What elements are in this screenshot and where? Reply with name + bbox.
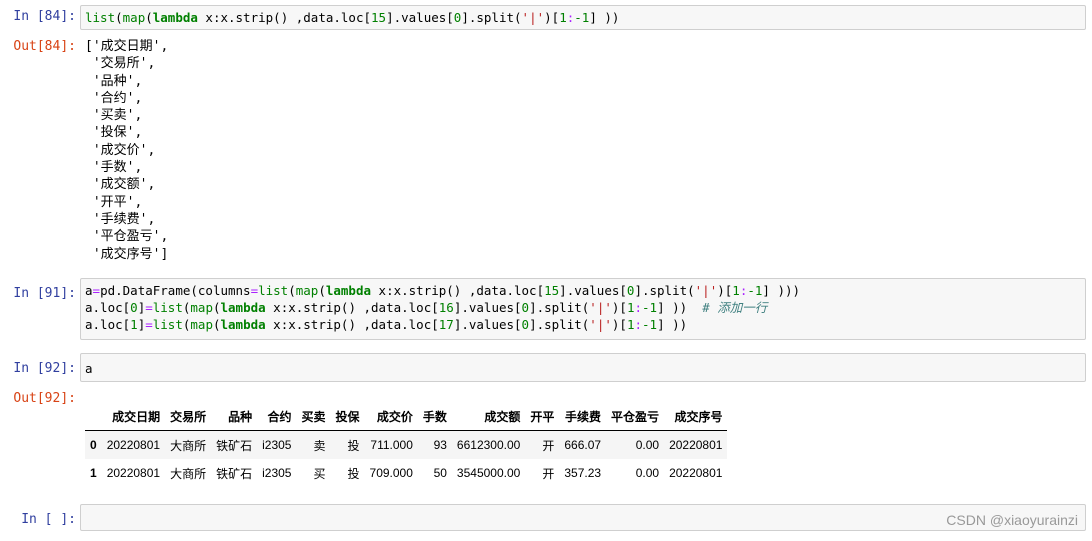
dataframe-cell: 开 — [542, 438, 555, 453]
output-line: '交易所', — [85, 56, 156, 72]
dataframe-cell: 6612300.00 — [456, 438, 521, 452]
dataframe-index-header — [85, 402, 102, 431]
dataframe-cell: 50 — [433, 466, 447, 480]
output-line: '手续费', — [85, 211, 156, 227]
dataframe-column-header: 成交价 — [364, 402, 418, 431]
dataframe-cell: 711.000 — [370, 438, 413, 452]
dataframe-cell: 357.23 — [564, 466, 602, 480]
output-line: '成交价', — [85, 142, 156, 158]
dataframe-column-header: 手数 — [417, 402, 452, 431]
dataframe-column-header: 合约 — [257, 402, 297, 431]
dataframe-cell: 3545000.00 — [456, 466, 521, 480]
output-line: '成交序号'] — [85, 246, 169, 262]
dataframe-cell: 大商所 — [170, 466, 207, 481]
dataframe-column-header: 投保 — [330, 402, 365, 431]
dataframe-column-header: 开平 — [525, 402, 560, 431]
dataframe-cell: 开 — [542, 466, 555, 481]
dataframe-cell: 投 — [347, 438, 360, 453]
dataframe-column-header: 买卖 — [296, 402, 331, 431]
dataframe-cell: 93 — [433, 438, 447, 452]
output-line: '合约', — [85, 90, 143, 106]
output-line: '投保', — [85, 125, 143, 141]
watermark: CSDN @xiaoyurainzi — [946, 512, 1078, 528]
cell-91-code-input[interactable]: a=pd.DataFrame(columns=list(map(lambda x… — [80, 278, 1086, 340]
cell-91-in-prompt: In [91]: — [13, 286, 76, 301]
dataframe-row: 1 20220801 大商所 铁矿石 i2305 买 投 709.000 50 3545000.0… — [85, 459, 727, 487]
dataframe-cell: 20220801 — [669, 438, 723, 452]
cell-84-code-input[interactable]: list(map(lambda x:x.strip() ,data.loc[15… — [80, 5, 1086, 30]
dataframe-cell: 20220801 — [669, 466, 723, 480]
cell-84-output: ['成交日期', '交易所', '品种', '合约', '买卖', '投保', … — [85, 38, 168, 263]
dataframe-cell: 大商所 — [170, 438, 207, 453]
dataframe-column-header: 平仓盈亏 — [606, 402, 665, 431]
output-line: '开平', — [85, 194, 143, 210]
output-line: '平仓盈亏', — [85, 229, 169, 245]
empty-cell-code-input[interactable] — [80, 504, 1086, 531]
dataframe-cell: 709.000 — [369, 466, 413, 480]
dataframe-cell: 0.00 — [635, 466, 660, 480]
dataframe-column-header: 品种 — [211, 402, 258, 431]
cell-84-code: list(map(lambda x:x.strip() ,data.loc[15… — [85, 10, 620, 25]
dataframe-column-header: 成交序号 — [664, 402, 728, 431]
empty-cell-in-prompt: In [ ]: — [21, 512, 76, 527]
output-line: '买卖', — [85, 108, 143, 124]
dataframe-row: 0 20220801 大商所 铁矿石 i2305 卖 投 711.000 93 6612300.0… — [85, 430, 728, 459]
cell-92-code: a — [85, 361, 93, 376]
output-line: '成交额', — [85, 177, 156, 193]
dataframe-column-header: 交易所 — [165, 402, 212, 431]
dataframe-cell: i2305 — [262, 466, 292, 480]
dataframe-cell: 20220801 — [106, 438, 161, 452]
output-line: ['成交日期', — [85, 39, 169, 54]
cell-84-out-prompt: Out[84]: — [13, 39, 76, 54]
cell-84-in-prompt: In [84]: — [13, 9, 76, 24]
cell-92-in-prompt: In [92]: — [13, 361, 76, 376]
dataframe-cell: 买 — [313, 466, 326, 481]
dataframe-cell: 20220801 — [106, 466, 161, 480]
dataframe-column-header: 成交额 — [451, 402, 526, 431]
dataframe-cell: 铁矿石 — [216, 438, 253, 453]
cell-91-code: a=pd.DataFrame(columns=list(map(lambda x… — [85, 283, 801, 332]
dataframe-cell: 投 — [347, 466, 360, 481]
output-line: '手数', — [85, 160, 143, 176]
dataframe-row-index: 1 — [90, 466, 97, 480]
dataframe-cell: 卖 — [313, 438, 326, 453]
dataframe-header-row: 成交日期 交易所 品种 合约 买卖 投保 成交价 手数 成交额 开平 手续费 平仓盈亏 成交序号 — [85, 402, 728, 431]
cell-92-code-input[interactable]: a — [80, 353, 1086, 382]
cell-92-out-prompt: Out[92]: — [13, 391, 76, 406]
dataframe-column-header: 手续费 — [559, 402, 607, 431]
dataframe-column-header: 成交日期 — [101, 402, 166, 431]
dataframe-cell: i2305 — [262, 438, 292, 452]
dataframe-cell: 0.00 — [635, 438, 660, 452]
dataframe-cell: 666.07 — [564, 438, 602, 452]
output-line: '品种', — [85, 73, 143, 89]
dataframe-row-index: 0 — [90, 438, 97, 452]
dataframe-table: 成交日期 交易所 品种 合约 买卖 投保 成交价 手数 成交额 开平 手续费 平仓盈亏 成交序号 0 20… — [85, 402, 728, 487]
dataframe-cell: 铁矿石 — [216, 466, 253, 481]
